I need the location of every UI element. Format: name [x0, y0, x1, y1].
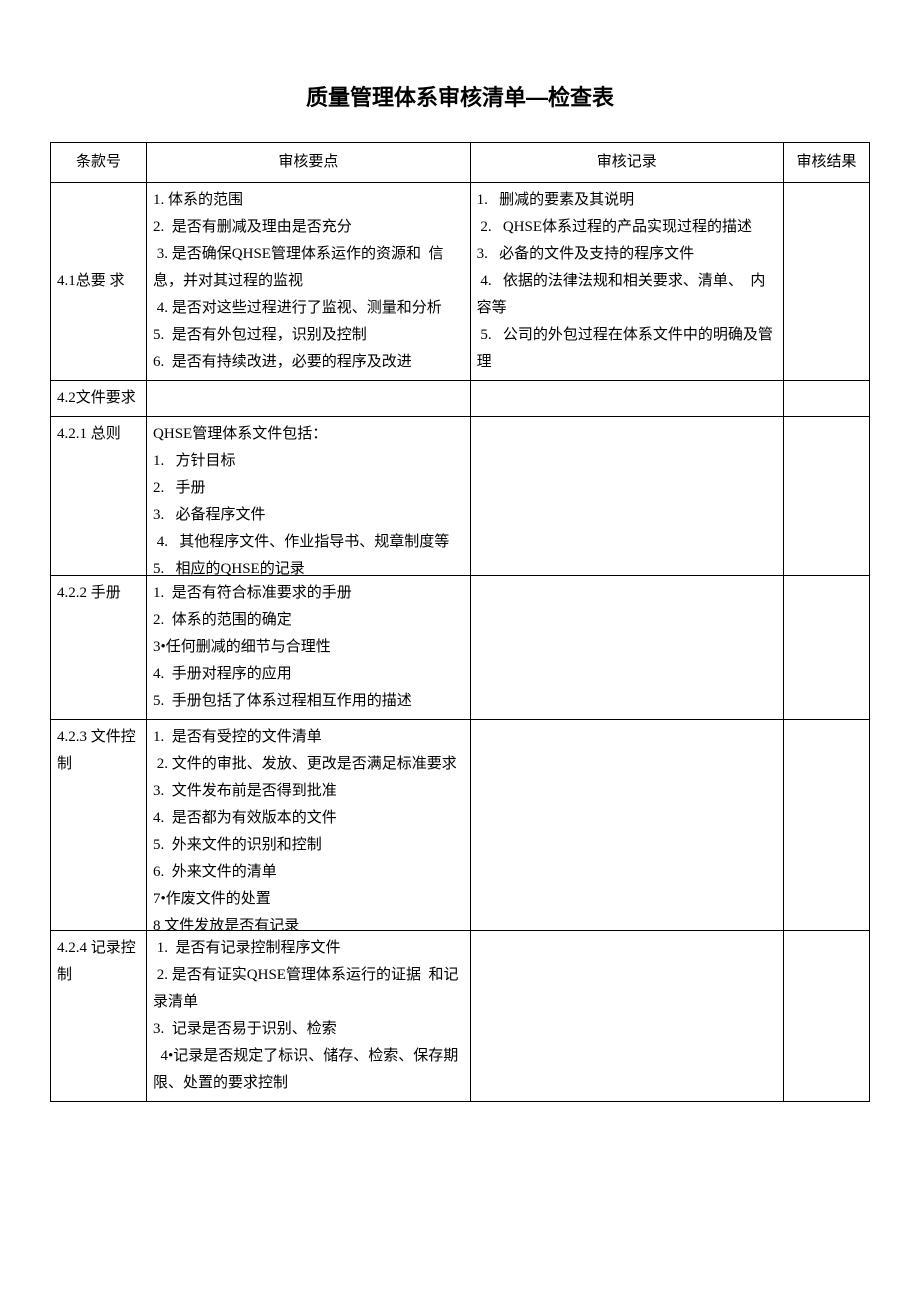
table-row: 4.2.3 文件控制 1. 是否有受控的文件清单 2. 文件的审批、发放、更改是…	[51, 720, 870, 931]
audit-checklist-table: 条款号 审核要点 审核记录 审核结果 4.1总要 求 1. 体系的范围 2. 是…	[50, 142, 870, 1102]
clause-cell: 4.2.3 文件控制	[51, 720, 147, 931]
clause-cell: 4.2文件要求	[51, 381, 147, 417]
page-title: 质量管理体系审核清单—检查表	[50, 80, 870, 112]
clause-cell: 4.2.1 总则	[51, 417, 147, 576]
result-cell	[784, 576, 870, 720]
table-row: 4.2.2 手册 1. 是否有符合标准要求的手册 2. 体系的范围的确定 3•任…	[51, 576, 870, 720]
clause-cell: 4.1总要 求	[51, 183, 147, 381]
points-cell: 1. 是否有记录控制程序文件 2. 是否有证实QHSE管理体系运行的证据 和记录…	[147, 931, 471, 1102]
records-cell	[470, 720, 783, 931]
header-clause: 条款号	[51, 143, 147, 183]
result-cell	[784, 720, 870, 931]
records-cell	[470, 931, 783, 1102]
table-row: 4.2.1 总则 QHSE管理体系文件包括： 1. 方针目标 2. 手册 3. …	[51, 417, 870, 576]
records-cell	[470, 576, 783, 720]
header-records: 审核记录	[470, 143, 783, 183]
records-cell	[470, 381, 783, 417]
result-cell	[784, 931, 870, 1102]
result-cell	[784, 381, 870, 417]
points-cell: 1. 是否有受控的文件清单 2. 文件的审批、发放、更改是否满足标准要求 3. …	[147, 720, 471, 931]
clause-cell: 4.2.2 手册	[51, 576, 147, 720]
points-cell	[147, 381, 471, 417]
records-cell: 1. 删减的要素及其说明 2. QHSE体系过程的产品实现过程的描述 3. 必备…	[470, 183, 783, 381]
points-cell: QHSE管理体系文件包括： 1. 方针目标 2. 手册 3. 必备程序文件 4.…	[147, 417, 471, 576]
header-result: 审核结果	[784, 143, 870, 183]
table-row: 4.1总要 求 1. 体系的范围 2. 是否有删减及理由是否充分 3. 是否确保…	[51, 183, 870, 381]
table-row: 4.2文件要求	[51, 381, 870, 417]
points-cell: 1. 是否有符合标准要求的手册 2. 体系的范围的确定 3•任何删减的细节与合理…	[147, 576, 471, 720]
header-points: 审核要点	[147, 143, 471, 183]
points-cell: 1. 体系的范围 2. 是否有删减及理由是否充分 3. 是否确保QHSE管理体系…	[147, 183, 471, 381]
table-row: 4.2.4 记录控制 1. 是否有记录控制程序文件 2. 是否有证实QHSE管理…	[51, 931, 870, 1102]
records-cell	[470, 417, 783, 576]
result-cell	[784, 183, 870, 381]
result-cell	[784, 417, 870, 576]
clause-cell: 4.2.4 记录控制	[51, 931, 147, 1102]
